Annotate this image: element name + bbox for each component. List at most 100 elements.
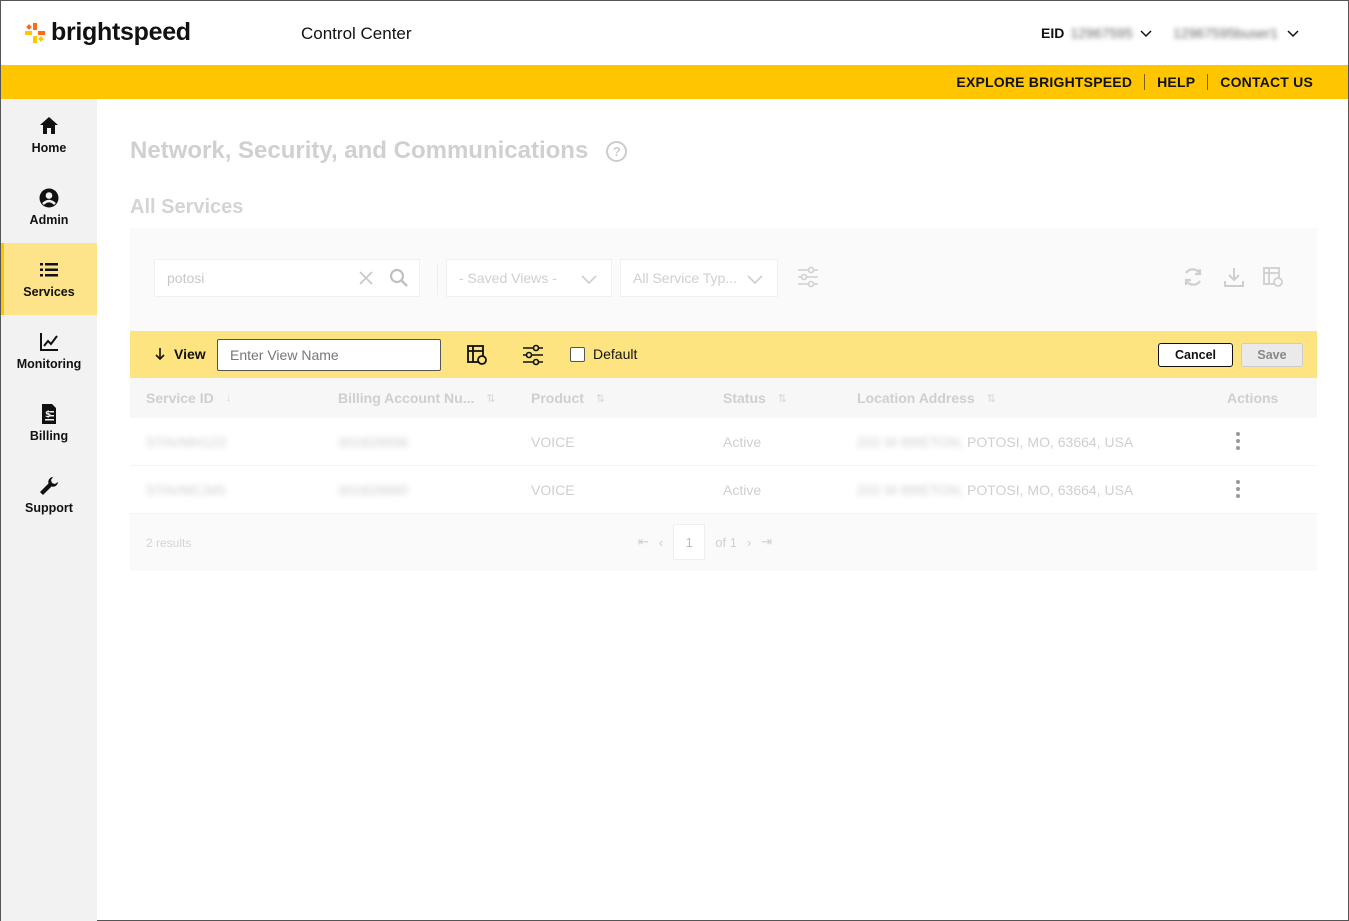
chevron-down-icon	[581, 275, 597, 285]
pagination: ⇤ ‹ 1 of 1 › ⇥	[638, 524, 772, 560]
table-settings-icon[interactable]	[1262, 266, 1284, 288]
section-title: All Services	[130, 196, 244, 218]
page-number-input[interactable]: 1	[673, 524, 706, 560]
save-button[interactable]: Save	[1241, 343, 1303, 367]
default-checkbox[interactable]: Default	[570, 346, 637, 362]
page-title: Network, Security, and Communications ?	[130, 137, 628, 165]
sidebar: Home Admin Services Monitoring $ Billing…	[1, 99, 97, 921]
column-service-id[interactable]: Service ID ↓	[146, 390, 231, 406]
cell-address: POTOSI, MO, 63664, USA	[967, 482, 1134, 498]
services-panel: potosi - Saved Views - All Service Typ..…	[130, 228, 1317, 571]
column-label: Billing Account Nu...	[338, 390, 475, 406]
sort-desc-icon: ↓	[225, 392, 232, 404]
sidebar-item-label: Support	[25, 501, 73, 515]
prev-page-icon[interactable]: ‹	[659, 535, 663, 550]
sidebar-item-services[interactable]: Services	[1, 243, 97, 315]
brightspeed-logo-icon	[25, 22, 45, 43]
logo-text: brightspeed	[51, 18, 191, 46]
table-row[interactable]: STAVMH123 301826656 VOICE Active 202 W B…	[130, 418, 1317, 466]
page-title-text: Network, Security, and Communications	[130, 137, 589, 164]
column-location-address[interactable]: Location Address ⇅	[857, 390, 996, 406]
view-sort-toggle[interactable]: View	[154, 346, 206, 362]
search-input[interactable]: potosi	[154, 259, 420, 297]
cell-product: VOICE	[531, 482, 575, 498]
table-row[interactable]: STAVMC345 301826660 VOICE Active 202 W B…	[130, 466, 1317, 514]
last-page-icon[interactable]: ⇥	[761, 534, 772, 550]
chart-line-icon	[40, 333, 58, 351]
sidebar-item-label: Services	[23, 285, 75, 299]
column-billing-account[interactable]: Billing Account Nu... ⇅	[338, 390, 496, 406]
cell-address-street: 202 W BRETON,	[857, 482, 964, 498]
close-icon[interactable]	[357, 269, 375, 287]
chevron-down-icon	[1140, 30, 1152, 38]
search-value: potosi	[167, 270, 205, 286]
home-icon	[40, 117, 58, 134]
help-icon[interactable]: ?	[606, 140, 628, 162]
link-explore-brightspeed[interactable]: EXPLORE BRIGHTSPEED	[944, 74, 1144, 90]
service-type-label: All Service Typ...	[633, 270, 738, 286]
eid-label: EID	[1041, 25, 1065, 41]
link-contact-us[interactable]: CONTACT US	[1208, 74, 1325, 90]
column-label: Status	[723, 390, 766, 406]
cell-status: Active	[723, 434, 762, 450]
user-menu[interactable]: 12967595buser1	[1173, 25, 1300, 41]
wrench-icon	[40, 477, 58, 495]
service-type-dropdown[interactable]: All Service Typ...	[620, 259, 778, 297]
app-header: brightspeed Control Center EID 12967595 …	[1, 1, 1348, 65]
column-label: Service ID	[146, 390, 214, 406]
sidebar-item-billing[interactable]: $ Billing	[1, 387, 97, 459]
sort-icon: ⇅	[986, 392, 996, 405]
row-actions-kebab-icon[interactable]	[1236, 432, 1240, 450]
saved-views-dropdown[interactable]: - Saved Views -	[446, 259, 612, 297]
view-name-input[interactable]	[217, 339, 441, 371]
chevron-down-icon	[747, 275, 763, 285]
first-page-icon[interactable]: ⇤	[638, 534, 649, 550]
cell-service-id[interactable]: STAVMC345	[146, 482, 226, 498]
refresh-icon[interactable]	[1182, 266, 1204, 288]
sidebar-item-label: Billing	[29, 429, 69, 443]
sidebar-item-label: Admin	[29, 213, 69, 227]
sidebar-item-label: Home	[31, 141, 67, 155]
sidebar-item-home[interactable]: Home	[1, 99, 97, 171]
cell-billing-account: 301826656	[338, 434, 409, 450]
arrow-down-icon	[155, 348, 165, 361]
sidebar-item-label: Monitoring	[16, 357, 82, 371]
column-product[interactable]: Product ⇅	[531, 390, 605, 406]
sidebar-item-admin[interactable]: Admin	[1, 171, 97, 243]
column-label: Product	[531, 390, 584, 406]
eid-selector[interactable]: EID 12967595	[1041, 25, 1153, 41]
sidebar-item-monitoring[interactable]: Monitoring	[1, 315, 97, 387]
view-label: View	[174, 346, 206, 362]
filter-sliders-icon[interactable]	[522, 344, 544, 366]
search-icon[interactable]	[389, 268, 409, 288]
table-footer: 2 results ⇤ ‹ 1 of 1 › ⇥	[130, 514, 1317, 571]
column-status[interactable]: Status ⇅	[723, 390, 787, 406]
table-header: Service ID ↓ Billing Account Nu... ⇅ Produ…	[130, 378, 1317, 418]
cancel-button[interactable]: Cancel	[1158, 343, 1233, 367]
link-help[interactable]: HELP	[1145, 74, 1207, 90]
cell-status: Active	[723, 482, 762, 498]
cell-service-id[interactable]: STAVMH123	[146, 434, 226, 450]
default-label: Default	[593, 346, 638, 362]
sort-icon: ⇅	[486, 392, 496, 405]
checkbox[interactable]	[570, 346, 585, 362]
invoice-icon: $	[42, 404, 56, 424]
top-links-bar: EXPLORE BRIGHTSPEED HELP CONTACT US	[1, 65, 1348, 99]
save-view-bar: View Default Cancel Save	[130, 331, 1317, 378]
cell-billing-account: 301826660	[338, 482, 409, 498]
sort-icon: ⇅	[777, 392, 788, 405]
row-actions-kebab-icon[interactable]	[1236, 480, 1240, 498]
user-name: 12967595buser1	[1173, 25, 1279, 41]
download-icon[interactable]	[1223, 266, 1245, 288]
sidebar-item-support[interactable]: Support	[1, 459, 97, 531]
sort-icon: ⇅	[595, 392, 606, 405]
user-circle-icon	[39, 188, 59, 208]
table-settings-icon[interactable]	[466, 344, 488, 366]
column-actions: Actions	[1227, 390, 1278, 406]
filter-sliders-icon[interactable]	[797, 266, 819, 288]
column-label: Actions	[1227, 390, 1279, 406]
brand-logo[interactable]: brightspeed	[25, 18, 191, 47]
page-of-label: of 1	[715, 534, 737, 550]
app-title: Control Center	[301, 24, 412, 43]
next-page-icon[interactable]: ›	[747, 535, 751, 550]
